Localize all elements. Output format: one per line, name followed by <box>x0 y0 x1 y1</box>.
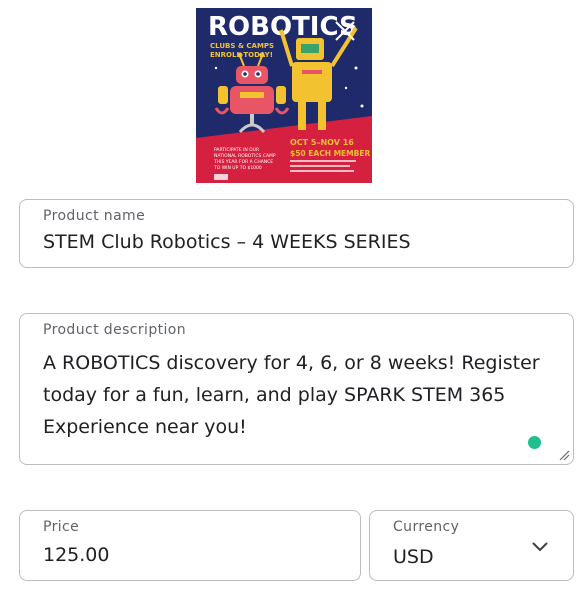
product-description-label: Product description <box>43 322 187 338</box>
chevron-down-icon[interactable] <box>531 541 549 553</box>
poster-promo-3: THIS YEAR FOR A CHANCE <box>213 159 273 165</box>
resize-grip-icon[interactable] <box>558 449 570 461</box>
product-image: ROBOTICS CLUBS & CAMPS ENROLL TODAY! OCT… <box>196 8 372 183</box>
poster-promo-1: PARTICIPATE IN OUR <box>214 147 259 153</box>
poster-price-tag: $50 EACH MEMBER <box>290 149 370 158</box>
product-name-label: Product name <box>43 208 146 224</box>
grammar-check-dot-icon[interactable] <box>528 436 541 449</box>
price-field[interactable]: Price 125.00 <box>19 510 361 581</box>
price-label: Price <box>43 519 80 535</box>
poster-promo-4: TO WIN UP TO $1000 <box>213 165 262 171</box>
poster-subtitle-1: CLUBS & CAMPS <box>210 42 274 50</box>
product-name-field[interactable]: Product name STEM Club Robotics – 4 WEEK… <box>19 199 574 268</box>
currency-label: Currency <box>393 519 460 535</box>
currency-selected-value: USD <box>393 546 434 568</box>
poster-promo-2: NATIONAL ROBOTICS CAMP <box>214 153 276 159</box>
product-description-textarea[interactable]: A ROBOTICS discovery for 4, 6, or 8 week… <box>43 347 543 443</box>
product-description-field[interactable]: Product description A ROBOTICS discovery… <box>19 313 574 465</box>
price-input[interactable]: 125.00 <box>43 544 109 566</box>
poster-dates: OCT 5–NOV 16 <box>290 138 354 147</box>
robotics-poster-illustration: ROBOTICS CLUBS & CAMPS ENROLL TODAY! OCT… <box>196 8 372 183</box>
product-name-input[interactable]: STEM Club Robotics – 4 WEEKS SERIES <box>43 231 411 253</box>
currency-select[interactable]: Currency USD <box>369 510 574 581</box>
